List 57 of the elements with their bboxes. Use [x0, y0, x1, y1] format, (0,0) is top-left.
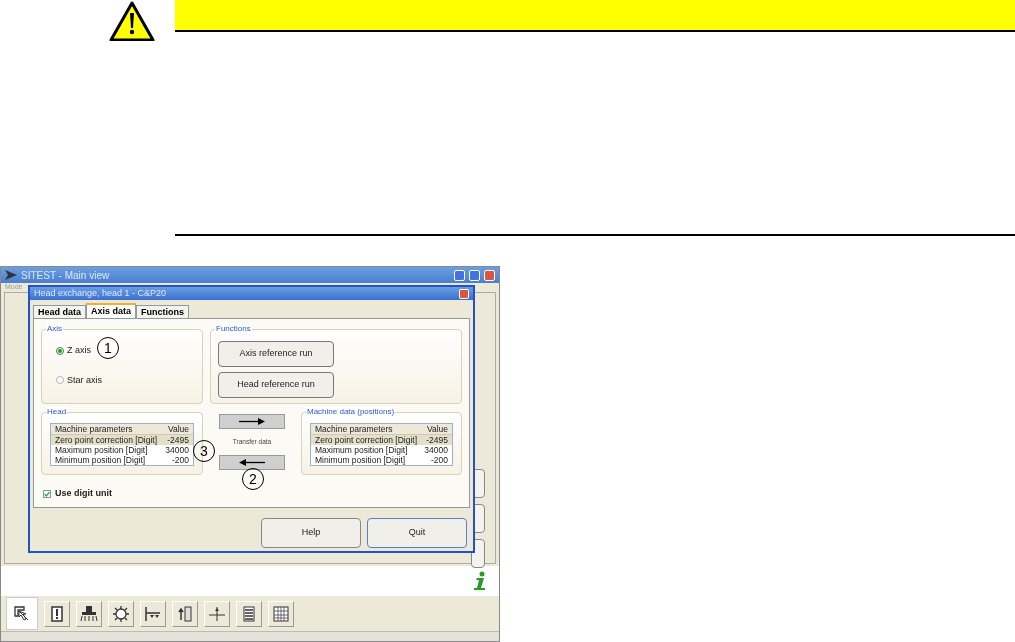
table-row[interactable]: Zero point correction [Digit] -2495	[51, 435, 193, 445]
table-row[interactable]: Zero point correction [Digit] -2495	[311, 435, 452, 445]
table-cell-text: -200	[171, 455, 189, 465]
checkbox-label: Use digit unit	[55, 487, 112, 500]
column-header: Value	[166, 424, 189, 434]
table-row[interactable]: Maximum position [Digit] 34000	[51, 445, 193, 455]
minimize-button[interactable]	[454, 269, 465, 281]
function-button[interactable]: Axis reference run	[218, 341, 334, 367]
radio-button[interactable]	[56, 376, 64, 385]
column-header: Machine parameters	[315, 424, 394, 434]
toolbar-button[interactable]	[6, 597, 38, 630]
window-title: SITEST - Main view	[21, 268, 111, 283]
table-cell-text: -2495	[425, 435, 448, 445]
dialog-title: Head exchange, head 1 - C&P20	[34, 286, 168, 300]
axis-up-icon	[175, 603, 195, 624]
table-cell-text: Minimum position [Digit]	[315, 455, 407, 465]
group-title: Axis	[46, 324, 64, 334]
app-icon	[5, 270, 17, 280]
group-title: Machine data (positions)	[306, 407, 396, 417]
transfer-left-button[interactable]	[219, 455, 285, 470]
table-cell: Zero point correction [Digit]	[315, 435, 418, 445]
column-header: Value	[425, 424, 448, 434]
table-cell: Zero point correction [Digit]	[55, 435, 158, 445]
grid-icon	[271, 603, 291, 624]
maximize-button[interactable]	[469, 269, 480, 281]
table-cell-text: 34000	[423, 445, 448, 455]
info-icon[interactable]	[473, 571, 487, 591]
tab[interactable]: Axis data	[86, 303, 137, 318]
dialog-button[interactable]: Quit	[367, 518, 467, 548]
group-title: Head	[46, 407, 68, 417]
close-button[interactable]	[484, 269, 495, 281]
table-cell-text: Maximum position [Digit]	[55, 445, 149, 455]
nozzle-icon	[79, 603, 99, 624]
table-row[interactable]: Minimum position [Digit] -200	[311, 455, 452, 465]
tab[interactable]: Head data	[33, 305, 86, 318]
table-cell-text: 34000	[164, 445, 189, 455]
table-row[interactable]: Maximum position [Digit] 34000	[311, 445, 452, 455]
function-button[interactable]: Head reference run	[218, 372, 334, 398]
radio-label: Z axis	[67, 344, 91, 357]
close-button[interactable]	[459, 288, 469, 299]
column-header: Machine parameters	[55, 424, 134, 434]
radio-label: Star axis	[67, 373, 102, 387]
table-cell-text: -2495	[166, 435, 189, 445]
arrow-right-icon	[239, 418, 265, 425]
table-cell-text: Minimum position [Digit]	[55, 455, 147, 465]
checkbox[interactable]	[43, 489, 51, 498]
tab[interactable]: Functions	[136, 305, 190, 318]
table-row[interactable]: Minimum position [Digit] -200	[51, 455, 193, 465]
arrow-left-icon	[239, 459, 265, 466]
transfer-right-button[interactable]	[219, 414, 285, 429]
radio-button[interactable]	[56, 346, 64, 355]
table-cell-text: Maximum position [Digit]	[315, 445, 409, 455]
warning-icon	[109, 1, 155, 41]
group-title: Functions	[215, 324, 252, 334]
dialog-button[interactable]: Help	[261, 518, 361, 548]
gear-icon	[111, 603, 131, 624]
table-cell-text: -200	[430, 455, 448, 465]
